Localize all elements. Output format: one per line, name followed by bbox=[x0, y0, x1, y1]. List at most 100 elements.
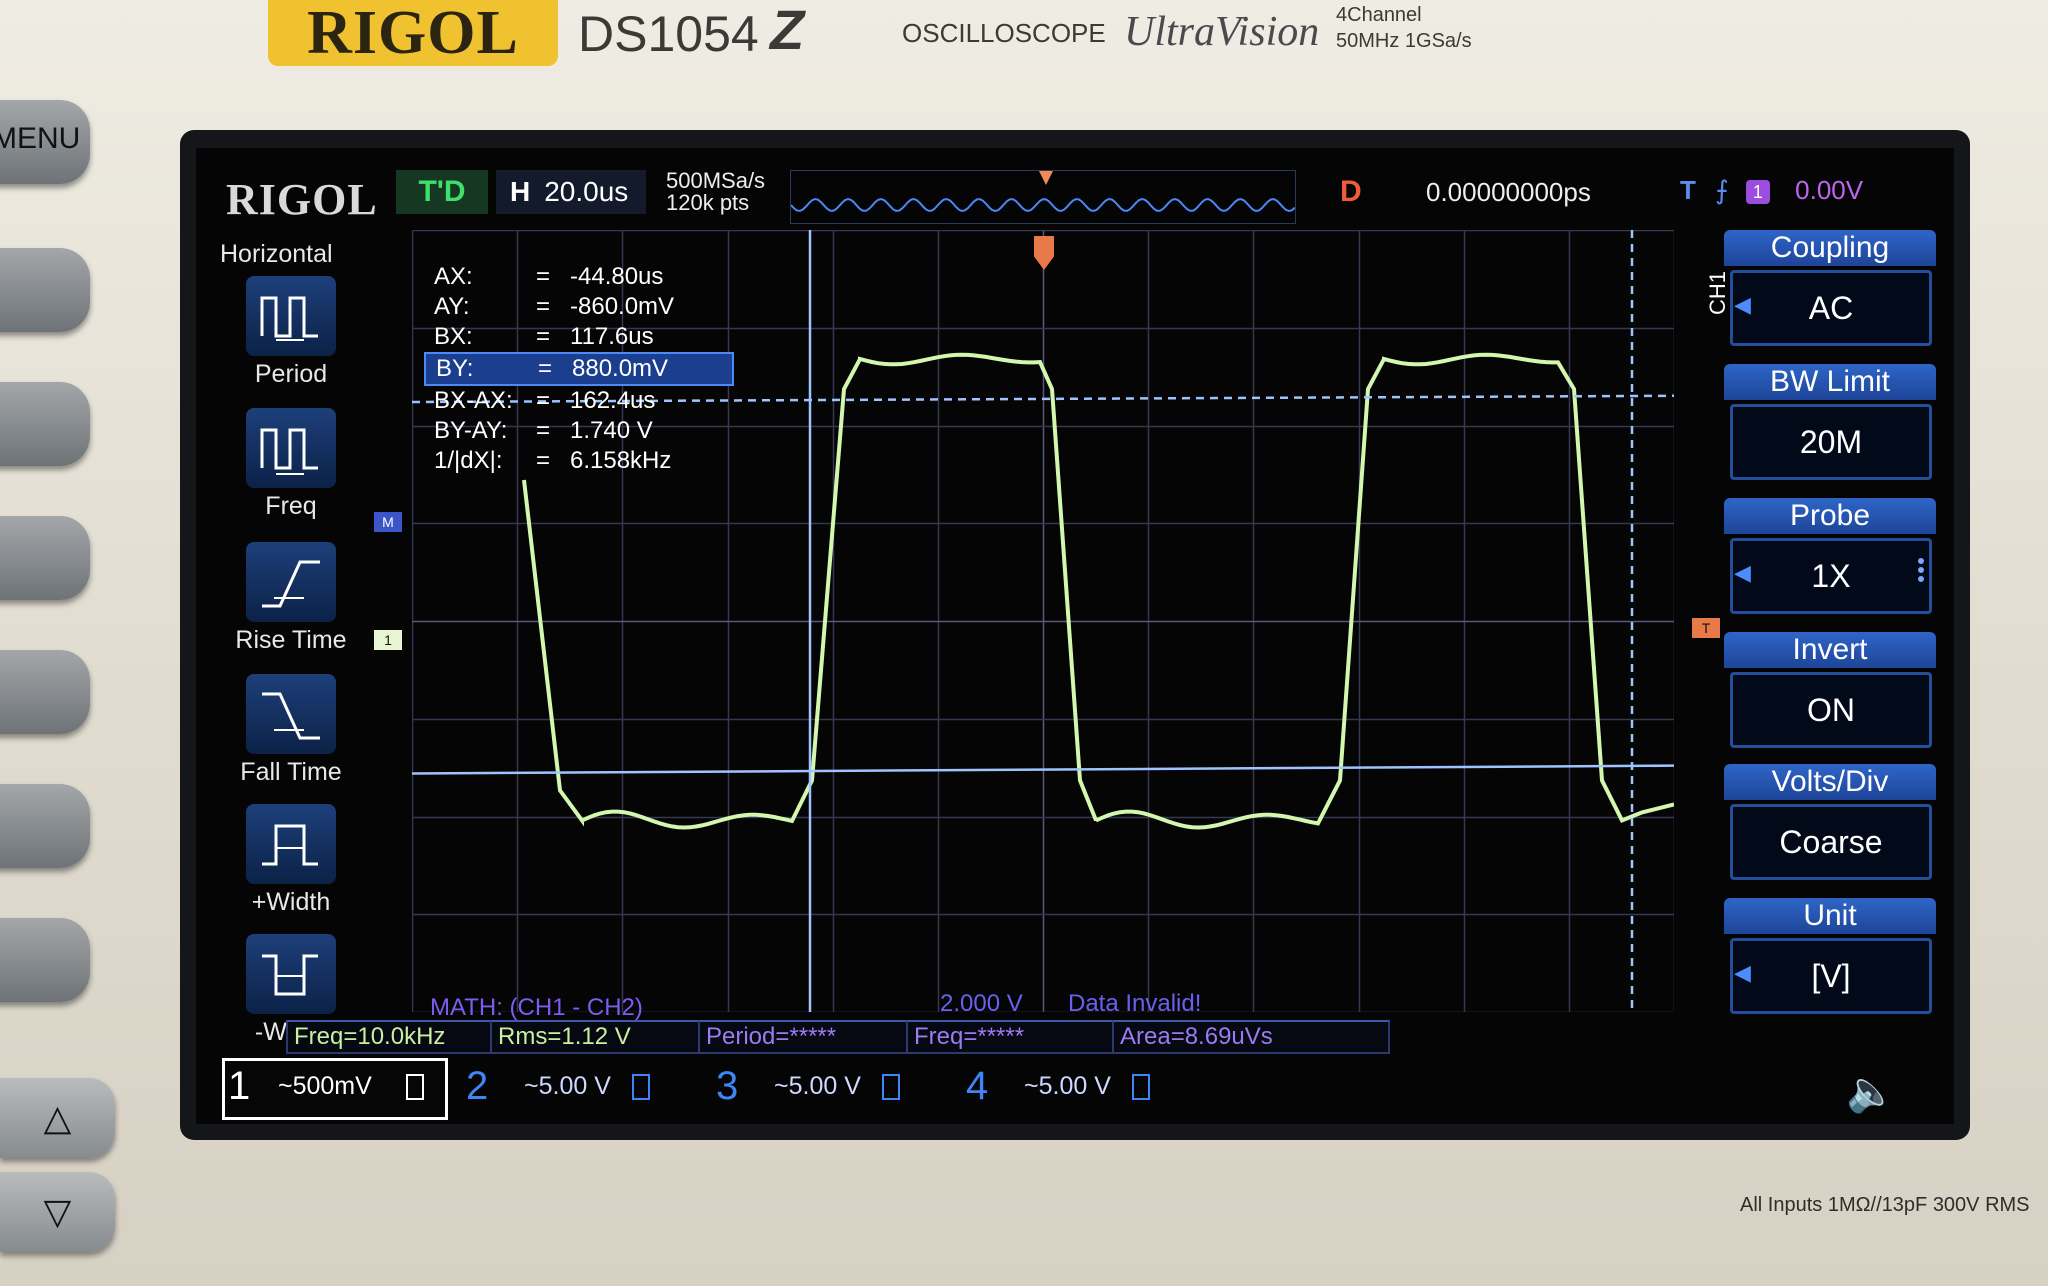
cursor-value: 162.4us bbox=[570, 387, 656, 414]
period-icon bbox=[246, 276, 336, 356]
channel-menu-item-unit[interactable]: Unit [V] ◀ bbox=[1724, 898, 1936, 1024]
cursor-key: BX: bbox=[434, 323, 473, 350]
menu-item-value: ON bbox=[1730, 672, 1932, 748]
triangle-up-icon: △ bbox=[43, 1097, 72, 1138]
delay-readout[interactable]: 0.00000000ps bbox=[1426, 170, 1626, 214]
scroll-down-button[interactable]: ▽ bbox=[0, 1172, 115, 1252]
channel-scale: ~500mV bbox=[278, 1072, 372, 1100]
cursor-key: 1/|dX|: bbox=[434, 447, 503, 474]
cursor-row[interactable]: BY: = 880.0mV bbox=[424, 352, 734, 386]
measurement-item[interactable]: Rms=1.12 V bbox=[490, 1020, 704, 1054]
channel-menu-item-probe[interactable]: Probe 1X ◀ bbox=[1724, 498, 1936, 624]
channel-number: 3 bbox=[716, 1064, 739, 1108]
measurement-item[interactable]: Freq=***** bbox=[906, 1020, 1120, 1054]
speaker-muted-icon[interactable]: 🔈 bbox=[1846, 1068, 1896, 1115]
rotate-knob-icon: ◀ bbox=[1734, 560, 1751, 585]
cursor-row: AX: = -44.80us bbox=[424, 262, 734, 292]
measurement-item[interactable]: Area=8.69uVs bbox=[1112, 1020, 1390, 1054]
cursor-value: -860.0mV bbox=[570, 293, 675, 320]
menu-title: Horizontal bbox=[220, 240, 333, 268]
channel-menu-item-coupling[interactable]: Coupling AC ◀ bbox=[1724, 230, 1936, 356]
channel-menu-item-bw-limit[interactable]: BW Limit 20M bbox=[1724, 364, 1936, 490]
cursor-key: BY: bbox=[436, 355, 474, 382]
channel-4-status[interactable]: 4 ~5.00 V bbox=[933, 1058, 1185, 1114]
channel-1-status[interactable]: 1 ~500mV bbox=[206, 1058, 448, 1120]
data-status-label: Data Invalid! bbox=[1068, 990, 1202, 1017]
measure-label: Fall Time bbox=[240, 758, 342, 786]
scroll-up-button[interactable]: △ bbox=[0, 1078, 115, 1158]
channel-scale: ~5.00 V bbox=[524, 1072, 611, 1100]
softkey-4[interactable] bbox=[0, 650, 90, 734]
channel-bw-icon bbox=[882, 1074, 900, 1100]
menu-button[interactable]: MENU bbox=[0, 100, 90, 184]
oscilloscope-bezel: RIGOL DS1054 Z OSCILLOSCOPE UltraVision … bbox=[0, 0, 2048, 1286]
negative-width-icon bbox=[246, 934, 336, 1014]
softkey-6[interactable] bbox=[0, 918, 90, 1002]
measure-label: Rise Time bbox=[235, 626, 347, 654]
cursor-value: 117.6us bbox=[570, 323, 654, 350]
waveform-overview[interactable] bbox=[790, 170, 1296, 224]
channel-scale: ~5.00 V bbox=[774, 1072, 861, 1100]
menu-item-value: [V] bbox=[1730, 938, 1932, 1014]
channel-bw-icon bbox=[1132, 1074, 1150, 1100]
trigger-readout[interactable]: T ⨍ 1 0.00V bbox=[1680, 168, 1920, 212]
spec-label: 4Channel 50MHz 1GSa/s bbox=[1336, 2, 1472, 54]
softkey-5[interactable] bbox=[0, 784, 90, 868]
product-label: OSCILLOSCOPE bbox=[902, 18, 1106, 48]
menu-item-title: Coupling bbox=[1724, 230, 1936, 266]
measurement-item[interactable]: Period=***** bbox=[698, 1020, 912, 1054]
math-function-label: MATH: (CH1 - CH2) bbox=[430, 994, 643, 1021]
cursor-key: BX-AX: bbox=[434, 387, 513, 414]
status-header: RIGOL T'D H 20.0us 500MSa/s 120k pts D 0.… bbox=[196, 148, 1954, 228]
cursor-value: 6.158kHz bbox=[570, 447, 672, 474]
cursor-key: BY-AY: bbox=[434, 417, 508, 444]
channel-3-status[interactable]: 3 ~5.00 V bbox=[683, 1058, 935, 1114]
freq-icon bbox=[246, 408, 336, 488]
timebase-readout[interactable]: H 20.0us bbox=[496, 170, 646, 214]
math-marker-text: M bbox=[382, 514, 394, 530]
channel-menu-item-volts-div[interactable]: Volts/Div Coarse bbox=[1724, 764, 1936, 890]
measure-label: Freq bbox=[265, 492, 317, 520]
trigger-status-badge: T'D bbox=[396, 170, 488, 214]
overview-trace bbox=[790, 171, 1296, 213]
channel-number: 4 bbox=[966, 1064, 989, 1108]
cursor-readout-panel: AX: = -44.80us AY: = -860.0mV BX: = 117.6us BY: = 8… bbox=[424, 262, 734, 476]
menu-item-title: Volts/Div bbox=[1724, 764, 1936, 800]
measure-period[interactable]: Period bbox=[196, 276, 356, 406]
measure-fall-time[interactable]: Fall Time bbox=[196, 674, 356, 804]
measure-positive-width[interactable]: +Width bbox=[196, 804, 356, 934]
menu-item-title: Invert bbox=[1724, 632, 1936, 668]
cursor-equals: = bbox=[536, 417, 551, 444]
brand-logo: RIGOL bbox=[268, 0, 558, 66]
trigger-position-marker bbox=[1039, 171, 1053, 185]
softkey-2[interactable] bbox=[0, 382, 90, 466]
inputs-note: All Inputs 1MΩ//13pF 300V RMS bbox=[1740, 1194, 2030, 1216]
measure-label: Period bbox=[254, 360, 328, 388]
channel-number: 2 bbox=[466, 1064, 489, 1108]
menu-item-value: Coarse bbox=[1730, 804, 1932, 880]
softkey-1[interactable] bbox=[0, 248, 90, 332]
spec-line-1: 4Channel bbox=[1336, 4, 1422, 26]
measurement-item[interactable]: Freq=10.0kHz bbox=[286, 1020, 496, 1054]
menu-item-value: 20M bbox=[1730, 404, 1932, 480]
measure-rise-time[interactable]: Rise Time bbox=[196, 542, 356, 672]
sample-rate-readout: 500MSa/s 120k pts bbox=[666, 170, 765, 214]
rotate-knob-icon: ◀ bbox=[1734, 292, 1751, 317]
channel-bw-icon bbox=[632, 1074, 650, 1100]
cursor-value: -44.80us bbox=[570, 263, 664, 290]
softkey-3[interactable] bbox=[0, 516, 90, 600]
channel-2-status[interactable]: 2 ~5.00 V bbox=[433, 1058, 685, 1114]
channel-bw-icon bbox=[406, 1074, 424, 1100]
rising-edge-icon: ⨍ bbox=[1715, 175, 1729, 205]
ch1-marker-text: 1 bbox=[384, 632, 392, 648]
screen-logo: RIGOL bbox=[226, 175, 378, 224]
trigger-marker-text: T bbox=[1701, 620, 1711, 636]
cursor-equals: = bbox=[536, 263, 551, 290]
horizontal-measure-menu: Horizontal Period Freq Rise Time Fall Ti… bbox=[196, 238, 347, 1046]
measure-freq[interactable]: Freq bbox=[196, 408, 356, 538]
channel-menu-item-invert[interactable]: Invert ON bbox=[1724, 632, 1936, 758]
cursor-equals: = bbox=[536, 447, 551, 474]
cursor-value: 880.0mV bbox=[572, 355, 669, 382]
display-screen: RIGOL T'D H 20.0us 500MSa/s 120k pts D 0.… bbox=[196, 148, 1954, 1124]
cursor-row: AY: = -860.0mV bbox=[424, 292, 734, 322]
